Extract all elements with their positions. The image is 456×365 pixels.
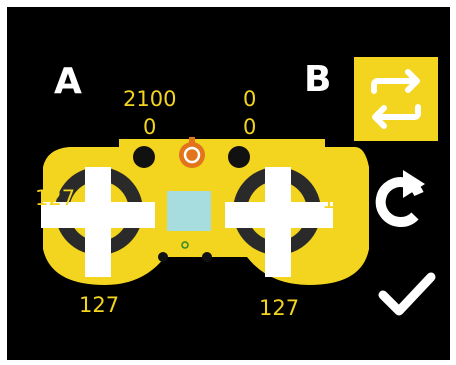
channel-top-right-lower: 0 [243,115,257,139]
channel-top-right-upper: 0 [243,87,257,111]
right-shoulder-button [228,146,250,168]
channel-top-left-lower: 0 [143,115,157,139]
swap-arrows-icon [371,69,421,129]
channel-top-left-upper: 2100 [123,87,177,111]
confirm-button[interactable] [377,267,437,319]
right-small-button [202,252,212,262]
device-screen: A B 2100 0 0 0 127 127 127 127 [7,7,450,360]
controller-screen [167,191,211,231]
left-shoulder-button [133,146,155,168]
checkmark-icon [378,272,436,316]
reset-button[interactable] [373,166,433,234]
left-small-button [158,252,168,262]
rotate-reset-icon [375,170,425,227]
channel-right-stick-vertical: 127 [259,296,300,320]
channel-right-stick-horizontal: 127 [322,189,363,213]
swap-button[interactable] [354,57,438,141]
channel-left-stick-vertical: 127 [79,293,120,317]
channel-left-stick-horizontal: 127 [35,186,76,210]
